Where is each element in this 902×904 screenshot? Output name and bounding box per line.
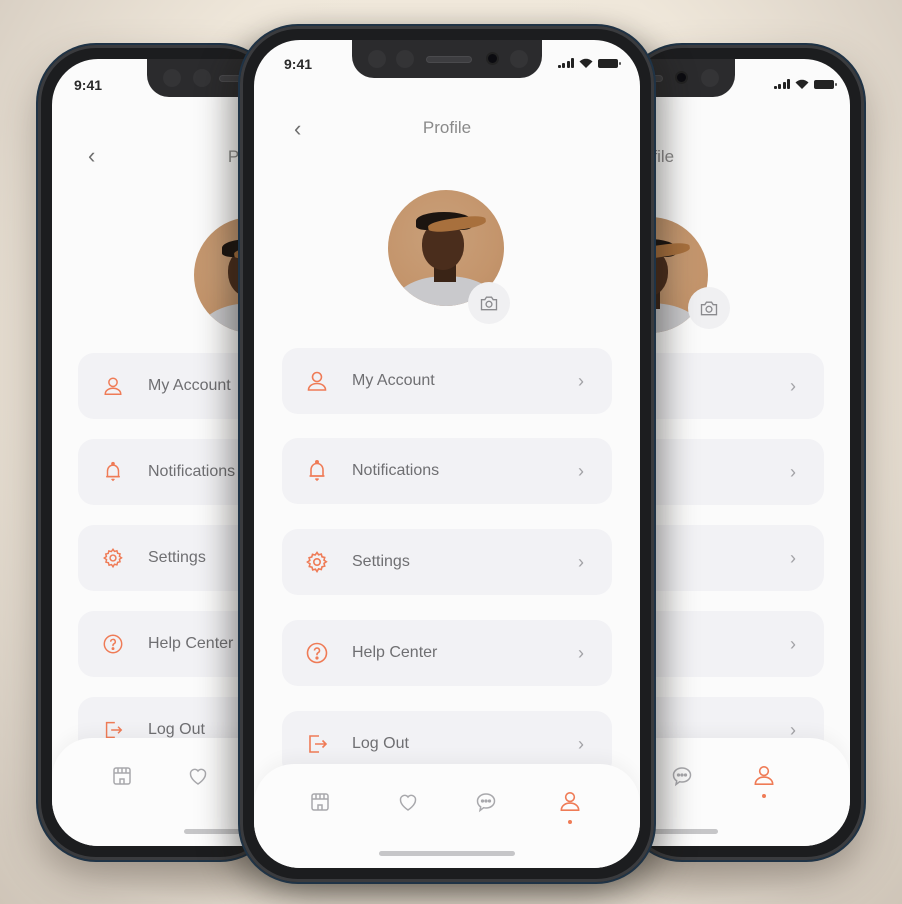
heart-icon [399, 794, 417, 811]
phone-center: 9:41 ‹ Profile My Account › Notification… [240, 26, 654, 882]
chevron-right-icon: › [578, 551, 584, 572]
user-icon [304, 368, 330, 394]
camera-icon [700, 301, 718, 316]
active-indicator [568, 820, 572, 824]
menu-item-my-account[interactable]: My Account › [282, 348, 612, 414]
tab-store[interactable] [304, 786, 336, 818]
heart-icon [189, 768, 207, 785]
logout-icon [304, 731, 330, 757]
status-time: 9:41 [74, 77, 103, 93]
store-icon [113, 767, 131, 785]
user-icon [754, 765, 774, 785]
change-photo-button[interactable] [468, 282, 510, 324]
chevron-right-icon: › [790, 547, 796, 568]
active-indicator [762, 794, 766, 798]
chevron-right-icon: › [790, 375, 796, 396]
status-icons [773, 79, 837, 89]
menu-item-help-center[interactable]: Help Center › [282, 620, 612, 686]
chevron-right-icon: › [578, 733, 584, 754]
notch [352, 40, 542, 78]
tab-profile[interactable] [554, 786, 586, 824]
phone-right: Profile › › › › › [450, 45, 864, 860]
signal-icon [557, 58, 574, 68]
change-photo-button[interactable] [688, 287, 730, 329]
gear-icon [304, 549, 330, 575]
wifi-icon [579, 58, 593, 68]
chat-icon [672, 767, 692, 787]
help-circle-icon [304, 640, 330, 666]
tab-favorites[interactable] [182, 760, 214, 792]
tab-store[interactable] [106, 760, 138, 792]
tab-profile[interactable] [748, 760, 780, 798]
wifi-icon [795, 79, 809, 89]
signal-icon [773, 79, 790, 89]
user-icon [100, 373, 126, 399]
chevron-right-icon: › [578, 460, 584, 481]
chat-icon [476, 793, 496, 813]
tab-bar [254, 764, 640, 868]
menu-item-label: Help Center [352, 644, 438, 661]
tab-favorites[interactable] [392, 786, 424, 818]
home-indicator [379, 851, 515, 856]
tab-messages[interactable] [666, 760, 698, 792]
menu-item-notifications[interactable]: Notifications › [282, 438, 612, 504]
user-icon [560, 791, 580, 811]
chevron-right-icon: › [578, 642, 584, 663]
help-circle-icon [100, 631, 126, 657]
bell-icon [304, 458, 330, 484]
chevron-right-icon: › [790, 461, 796, 482]
battery-icon [598, 59, 621, 68]
menu-item-label: Settings [352, 553, 410, 570]
store-icon [311, 793, 329, 811]
battery-icon [814, 80, 837, 89]
tab-messages[interactable] [470, 786, 502, 818]
phone-center-screen: 9:41 ‹ Profile My Account › Notification… [254, 40, 640, 868]
status-time: 9:41 [284, 56, 313, 72]
chevron-right-icon: › [790, 633, 796, 654]
menu-item-label: Log Out [352, 735, 409, 752]
gear-icon [100, 545, 126, 571]
status-icons [557, 58, 621, 68]
menu-item-settings[interactable]: Settings › [282, 529, 612, 595]
menu-item-label: My Account [352, 372, 435, 389]
page-title: Profile [422, 118, 472, 137]
camera-icon [480, 296, 498, 311]
chevron-right-icon: › [578, 370, 584, 391]
bell-icon [100, 459, 126, 485]
menu-item-label: Notifications [352, 462, 440, 479]
